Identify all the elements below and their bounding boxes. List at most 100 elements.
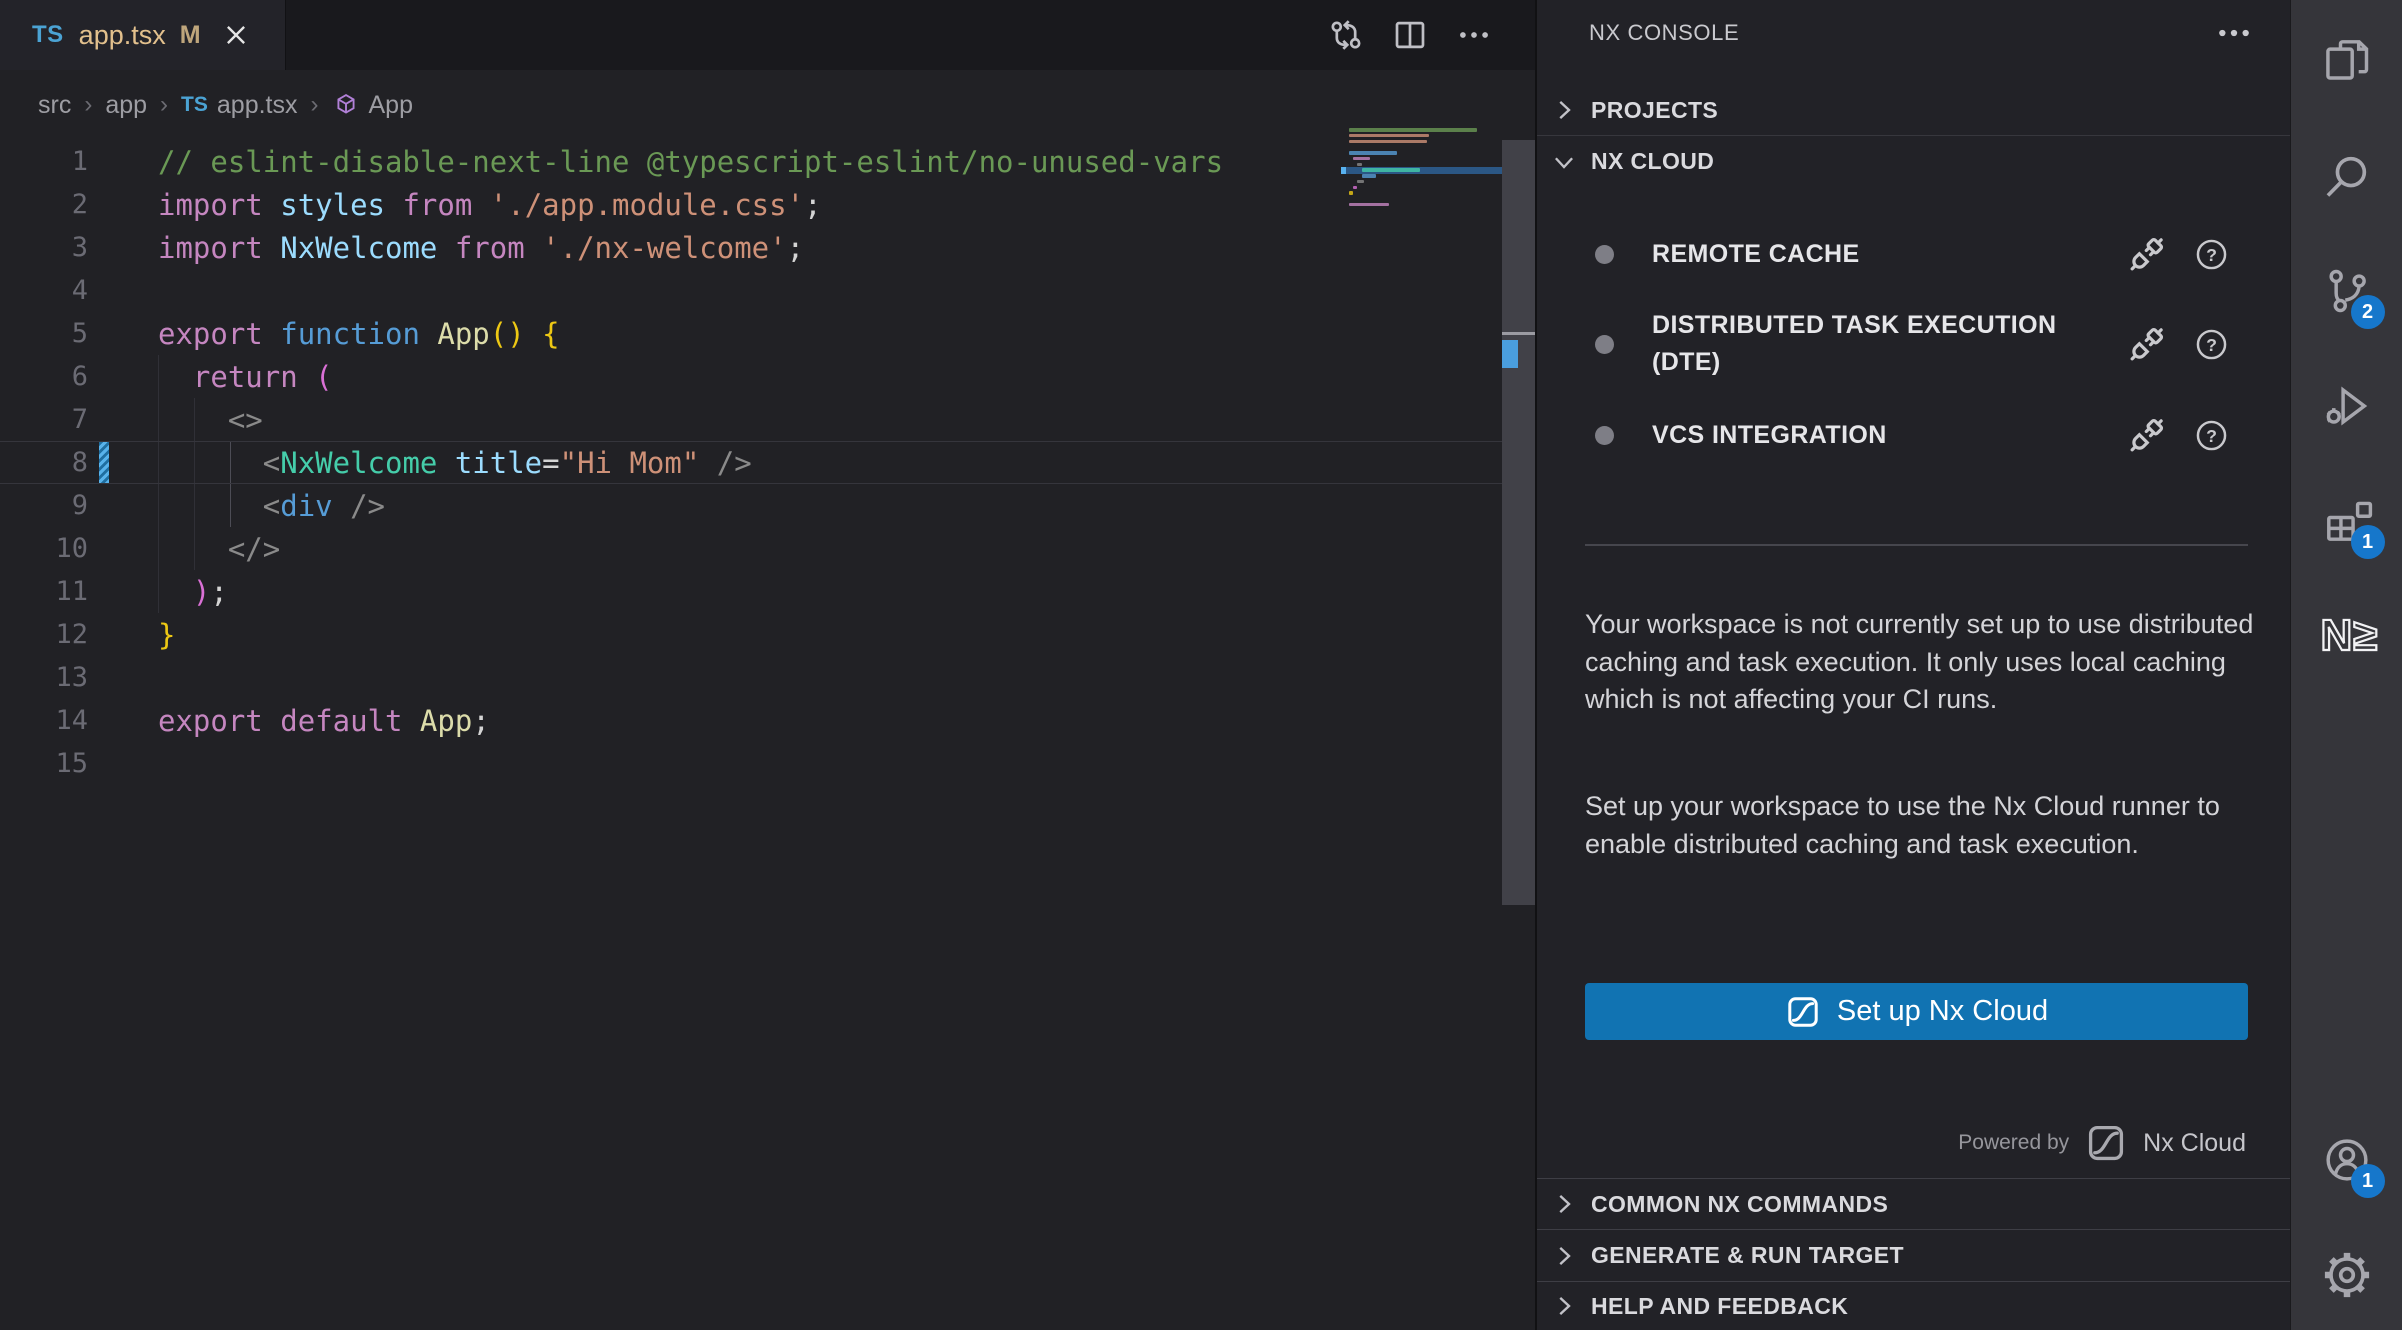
code-line-7[interactable]: 7 <> [0,398,1502,441]
section-nx-cloud[interactable]: NX CLOUD [1537,135,2292,187]
code-text: import NxWelcome from './nx-welcome'; [88,231,804,265]
activity-bar: 2 1 N≥ 1 [2290,0,2402,1330]
powered-by: Powered by Nx Cloud [1958,1122,2246,1164]
code-text: <NxWelcome title="Hi Mom" /> [88,446,752,480]
minimap-line [1353,186,1357,190]
code-line-8[interactable]: 8 <NxWelcome title="Hi Mom" /> [0,441,1502,484]
code-line-2[interactable]: 2import styles from './app.module.css'; [0,183,1502,226]
feature-row-vcs-integration: VCS INTEGRATION? [1537,408,2292,462]
breadcrumb-label: app.tsx [217,91,298,120]
close-icon[interactable] [221,20,251,50]
section-common-nx-commands[interactable]: COMMON NX COMMANDS [1537,1178,2292,1229]
line-number: 12 [0,619,88,650]
code-line-3[interactable]: 3import NxWelcome from './nx-welcome'; [0,226,1502,269]
code-area[interactable]: 1// eslint-disable-next-line @typescript… [0,140,1502,785]
code-line-9[interactable]: 9 <div /> [0,484,1502,527]
code-text: import styles from './app.module.css'; [88,188,822,222]
activity-account-icon[interactable]: 1 [2321,1134,2373,1186]
code-line-12[interactable]: 12} [0,613,1502,656]
minimap[interactable] [1341,128,1505,238]
nx-cloud-logo-icon [1785,994,1821,1030]
section-help-and-feedback[interactable]: HELP AND FEEDBACK [1537,1281,2292,1330]
typescript-icon: TS [32,21,64,49]
activity-explorer-icon[interactable] [2321,34,2373,86]
code-line-10[interactable]: 10 </> [0,527,1502,570]
status-dot [1595,245,1614,264]
svg-text:?: ? [2206,334,2217,354]
connect-icon[interactable] [2123,411,2171,459]
minimap-line [1357,163,1361,167]
code-line-11[interactable]: 11 ); [0,570,1502,613]
line-number: 11 [0,576,88,607]
symbol-cube-icon [332,91,360,119]
activity-settings-icon[interactable] [2321,1249,2373,1301]
code-line-4[interactable]: 4 [0,269,1502,312]
code-text: } [88,618,175,652]
tab-app-tsx[interactable]: TS app.tsx M [0,0,286,70]
badge: 1 [2351,1164,2385,1198]
status-dot [1595,426,1614,445]
section-projects[interactable]: PROJECTS [1537,86,2292,134]
activity-nx-console-icon[interactable]: N≥ [2321,610,2373,662]
breadcrumb-label: App [369,91,413,120]
line-number: 15 [0,748,88,779]
breadcrumb-separator: › [311,91,319,119]
minimap-line [1349,140,1427,144]
section-label: COMMON NX COMMANDS [1591,1191,1888,1218]
line-number: 3 [0,232,88,263]
connect-icon[interactable] [2123,230,2171,278]
section-label: PROJECTS [1591,97,1718,124]
cloud-description: Set up your workspace to use the Nx Clou… [1585,788,2261,863]
more-actions-icon[interactable] [1455,16,1493,54]
section-label: NX CLOUD [1591,148,1714,175]
code-line-5[interactable]: 5export function App() { [0,312,1502,355]
line-number: 8 [0,447,88,478]
breadcrumb-item-app-tsx[interactable]: TSapp.tsx [181,91,297,120]
chevron-right-icon [1549,1189,1579,1219]
feature-actions: ? [2123,320,2230,368]
setup-nx-cloud-button[interactable]: Set up Nx Cloud [1585,983,2248,1040]
activity-extensions-icon[interactable]: 1 [2321,495,2373,547]
panel-more-actions-icon[interactable] [2214,13,2254,53]
breadcrumb-item-app[interactable]: App [332,91,413,120]
chevron-right-icon [1549,1241,1579,1271]
section-generate-run-target[interactable]: GENERATE & RUN TARGET [1537,1229,2292,1281]
activity-run-debug-icon[interactable] [2321,380,2373,432]
open-changes-icon[interactable] [1327,16,1365,54]
line-number: 14 [0,705,88,736]
scrollbar-slider[interactable] [1502,140,1535,905]
feature-label: DISTRIBUTED TASK EXECUTION (DTE) [1652,307,2092,381]
line-number: 5 [0,318,88,349]
line-number: 2 [0,189,88,220]
minimap-line [1357,180,1363,184]
help-icon[interactable]: ? [2193,236,2230,273]
breadcrumb-item-src[interactable]: src [38,91,71,120]
feature-actions: ? [2123,411,2230,459]
minimap-line [1349,191,1353,195]
activity-search-icon[interactable] [2321,150,2373,202]
breadcrumb-label: src [38,91,71,120]
breadcrumb-label: app [105,91,147,120]
feature-label: REMOTE CACHE [1652,236,2092,273]
code-text: // eslint-disable-next-line @typescript-… [88,145,1223,179]
line-number: 7 [0,404,88,435]
breadcrumb-item-app[interactable]: app [105,91,147,120]
help-icon[interactable]: ? [2193,417,2230,454]
line-number: 10 [0,533,88,564]
code-line-15[interactable]: 15 [0,742,1502,785]
svg-text:?: ? [2206,425,2217,445]
code-line-1[interactable]: 1// eslint-disable-next-line @typescript… [0,140,1502,183]
code-line-13[interactable]: 13 [0,656,1502,699]
connect-icon[interactable] [2123,320,2171,368]
chevron-right-icon [1549,1291,1579,1321]
code-line-6[interactable]: 6 return ( [0,355,1502,398]
chevron-right-icon [1549,95,1579,125]
feature-label: VCS INTEGRATION [1652,417,2092,454]
code-line-14[interactable]: 14export default App; [0,699,1502,742]
code-text: export function App() { [88,317,560,351]
help-icon[interactable]: ? [2193,326,2230,363]
line-number: 6 [0,361,88,392]
activity-source-control-icon[interactable]: 2 [2321,265,2373,317]
split-editor-icon[interactable] [1391,16,1429,54]
modified-badge: M [180,21,201,50]
